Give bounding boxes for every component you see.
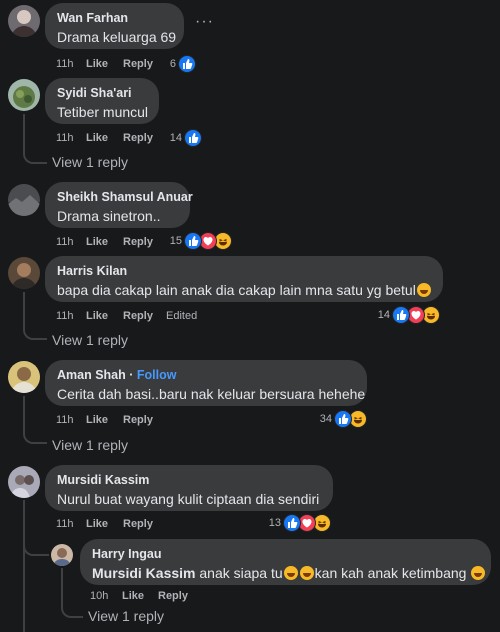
reaction-count: 14	[169, 132, 182, 144]
view-replies-link[interactable]: View 1 reply	[52, 437, 128, 453]
comment-bubble: Aman Shah · Follow Cerita dah basi..baru…	[45, 360, 367, 406]
mention-link[interactable]: Mursidi Kassim	[92, 565, 195, 581]
comment-bubble: Harris Kilan bapa dia cakap lain anak di…	[45, 256, 443, 302]
timestamp[interactable]: 11h	[56, 236, 74, 248]
reply-button[interactable]: Reply	[123, 414, 153, 426]
avatar[interactable]	[8, 466, 40, 498]
reaction-count: 14	[377, 309, 390, 321]
comment-text-body: bapa dia cakap lain anak dia cakap lain …	[57, 282, 416, 298]
avatar[interactable]	[8, 184, 40, 216]
comment-text: Tetiber muncul	[57, 104, 149, 120]
like-button[interactable]: Like	[86, 310, 108, 322]
timestamp[interactable]: 11h	[56, 310, 74, 322]
reaction-summary[interactable]: 15	[170, 232, 235, 250]
timestamp[interactable]: 11h	[56, 414, 74, 426]
reaction-count: 34	[319, 413, 332, 425]
like-reaction-icon	[184, 232, 202, 250]
comment-text: Cerita dah basi..baru nak keluar bersuar…	[57, 386, 366, 402]
thread-line	[23, 292, 25, 328]
thread-connector	[23, 324, 47, 340]
comment-bubble: Mursidi Kassim Nurul buat wayang kulit c…	[45, 465, 333, 511]
commenter-name[interactable]: Wan Farhan	[57, 11, 172, 26]
thread-line	[23, 500, 25, 632]
reply-button[interactable]: Reply	[123, 518, 153, 530]
like-reaction-icon	[334, 410, 352, 428]
rolling-laughing-emoji	[299, 566, 314, 580]
commenter-name[interactable]: Harris Kilan	[57, 264, 431, 279]
like-button[interactable]: Like	[122, 590, 144, 602]
comment-bubble: Sheikh Shamsul Anuar Drama sinetron..	[45, 182, 193, 228]
rolling-laughing-emoji	[471, 566, 486, 580]
reply-actions: 10h Like Reply	[90, 590, 290, 604]
comment-text: Drama sinetron..	[57, 208, 161, 224]
reply-button[interactable]: Reply	[158, 590, 188, 602]
rolling-laughing-emoji	[416, 283, 431, 297]
avatar[interactable]	[8, 5, 40, 37]
timestamp[interactable]: 10h	[90, 590, 108, 602]
reaction-summary[interactable]: 14	[378, 306, 443, 324]
thread-connector	[61, 604, 83, 618]
commenter-name[interactable]: Sheikh Shamsul Anuar	[57, 190, 193, 205]
reaction-count: 13	[268, 517, 281, 529]
comment-actions: 11h Like Reply	[56, 414, 256, 428]
thread-connector	[23, 150, 47, 164]
reaction-count: 6	[169, 58, 176, 70]
comment-actions: 11h Like Reply	[56, 518, 256, 532]
comment-text: bapa dia cakap lain anak dia cakap lain …	[57, 281, 431, 300]
comment-bubble: Syidi Sha'ari Tetiber muncul	[45, 78, 159, 124]
like-button[interactable]: Like	[86, 518, 108, 530]
timestamp[interactable]: 11h	[56, 58, 74, 70]
comment-bubble: Wan Farhan Drama keluarga 69	[45, 3, 184, 49]
avatar[interactable]	[8, 79, 40, 111]
commenter-name[interactable]: Aman Shah	[57, 368, 126, 382]
reply-button[interactable]: Reply	[123, 58, 153, 70]
thread-line	[23, 396, 25, 432]
thread-line	[23, 114, 25, 154]
reaction-summary[interactable]: 13	[269, 514, 334, 532]
more-options-icon[interactable]: ···	[195, 13, 214, 31]
thread-connector	[23, 538, 49, 556]
reply-text-part: kan kah anak ketimbang	[314, 565, 471, 581]
avatar[interactable]	[8, 257, 40, 289]
timestamp[interactable]: 11h	[56, 518, 74, 530]
edited-label[interactable]: Edited	[166, 310, 197, 322]
reply-button[interactable]: Reply	[123, 310, 153, 322]
like-button[interactable]: Like	[86, 132, 108, 144]
comment-actions: 11h Like Reply	[56, 132, 256, 146]
view-replies-link[interactable]: View 1 reply	[88, 608, 164, 624]
timestamp[interactable]: 11h	[56, 132, 74, 144]
comment-text: Drama keluarga 69	[57, 29, 177, 45]
reaction-summary[interactable]: 6	[170, 55, 197, 73]
view-replies-link[interactable]: View 1 reply	[52, 154, 128, 170]
like-reaction-icon	[392, 306, 410, 324]
like-reaction-icon	[178, 55, 196, 73]
comment-actions: 11h Like Reply	[56, 58, 256, 72]
reply-bubble: Harry Ingau Mursidi Kassim anak siapa tu…	[80, 539, 491, 585]
avatar[interactable]	[51, 544, 73, 566]
thread-line	[61, 568, 63, 608]
reaction-count: 15	[169, 235, 182, 247]
like-button[interactable]: Like	[86, 236, 108, 248]
view-replies-link[interactable]: View 1 reply	[52, 332, 128, 348]
commenter-name[interactable]: Harry Ingau	[92, 547, 479, 562]
reply-text-part: anak siapa tu	[195, 565, 283, 581]
like-button[interactable]: Like	[86, 414, 108, 426]
follow-button[interactable]: Follow	[137, 368, 177, 382]
reply-text: Mursidi Kassim anak siapa tu kan kah anak…	[92, 564, 486, 583]
reply-button[interactable]: Reply	[123, 132, 153, 144]
reaction-summary[interactable]: 14	[170, 129, 203, 147]
like-button[interactable]: Like	[86, 58, 108, 70]
avatar[interactable]	[8, 361, 40, 393]
comment-text: Nurul buat wayang kulit ciptaan dia send…	[57, 491, 320, 507]
like-reaction-icon	[283, 514, 301, 532]
reaction-summary[interactable]: 34	[320, 410, 369, 428]
thread-connector	[23, 428, 47, 444]
reply-button[interactable]: Reply	[123, 236, 153, 248]
commenter-name[interactable]: Mursidi Kassim	[57, 473, 321, 488]
commenter-name[interactable]: Syidi Sha'ari	[57, 86, 147, 101]
rolling-laughing-emoji	[283, 566, 298, 580]
commenter-name-row: Aman Shah · Follow	[57, 368, 177, 382]
comment-actions: 11h Like Reply Edited	[56, 310, 256, 324]
like-reaction-icon	[184, 129, 202, 147]
